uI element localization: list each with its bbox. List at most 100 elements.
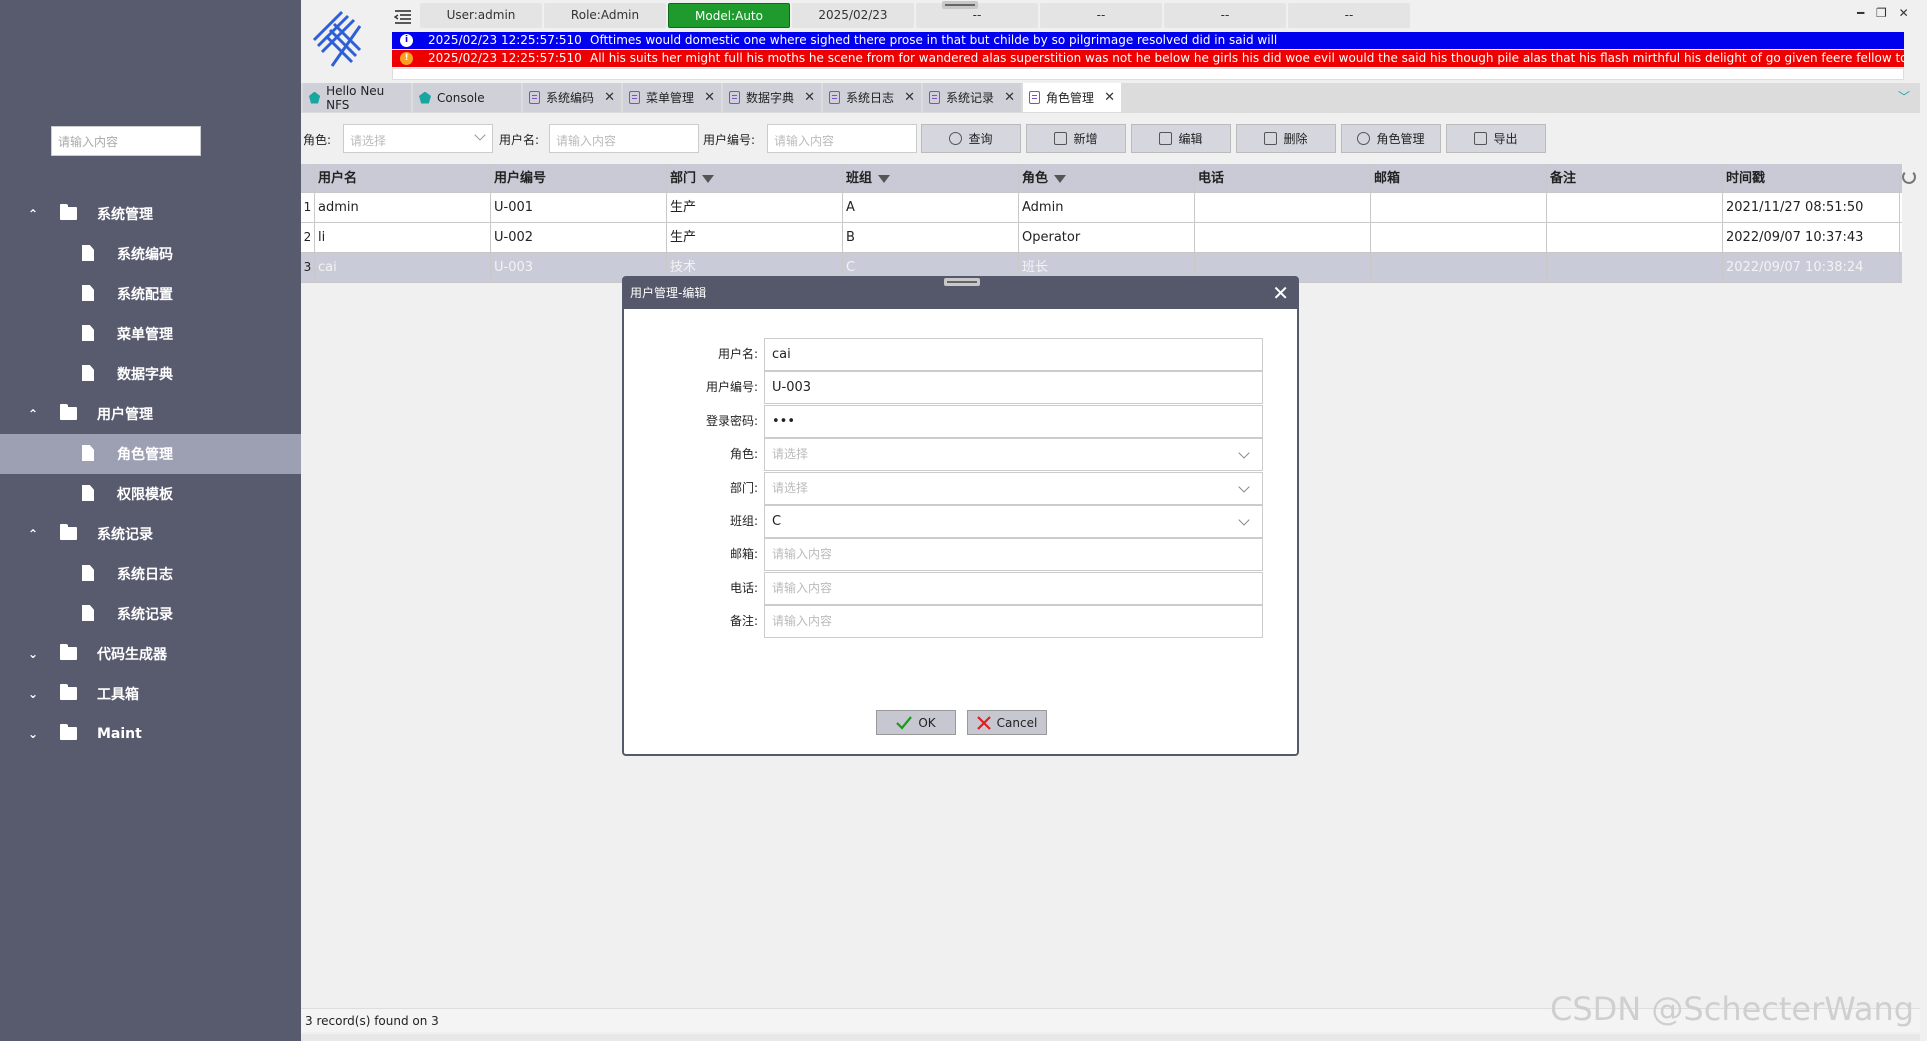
field-input[interactable]: 请输入内容	[764, 538, 1263, 572]
chevron-up-icon[interactable]: ⌃	[28, 208, 40, 220]
sidebar-search-input[interactable]: 请输入内容	[51, 126, 201, 156]
drag-handle[interactable]	[942, 1, 978, 9]
sidebar-item[interactable]: 角色管理	[0, 434, 301, 474]
tab-6[interactable]: 系统记录 ✕	[923, 83, 1021, 112]
table-cell[interactable]	[1547, 193, 1723, 222]
table-cell[interactable]: A	[843, 193, 1019, 222]
field-input[interactable]: 请输入内容	[764, 571, 1263, 605]
table-cell[interactable]: li	[315, 223, 491, 252]
tab-2[interactable]: 系统编码 ✕	[523, 83, 621, 112]
table-cell[interactable]	[1547, 223, 1723, 252]
close-icon[interactable]: ✕	[804, 90, 815, 105]
tab-4[interactable]: 数据字典 ✕	[723, 83, 821, 112]
menu-toggle-icon[interactable]	[394, 8, 412, 26]
sidebar-item[interactable]: 系统配置	[0, 274, 301, 314]
close-icon[interactable]: ✕	[1004, 90, 1015, 105]
field-input[interactable]: U-003	[764, 371, 1263, 405]
username-filter-input[interactable]: 请输入内容	[549, 124, 699, 153]
table-cell[interactable]	[1195, 223, 1371, 252]
table-row[interactable]: 2 li U-002 生产 B Operator 2022/09/07 10:37:43	[301, 223, 1902, 253]
table-cell[interactable]: admin	[315, 193, 491, 222]
table-row[interactable]: 1 admin U-001 生产 A Admin 2021/11/27 08:51:50	[301, 193, 1902, 223]
field-input[interactable]: cai	[764, 338, 1263, 371]
tab-7[interactable]: 角色管理 ✕	[1023, 83, 1121, 112]
ok-button[interactable]: OK	[876, 710, 956, 735]
column-header[interactable]: 用户名	[315, 164, 491, 192]
search-button[interactable]: 查询	[921, 124, 1021, 153]
table-cell[interactable]: Admin	[1019, 193, 1195, 222]
export-button[interactable]: 导出	[1446, 124, 1546, 153]
table-cell[interactable]: B	[843, 223, 1019, 252]
close-icon[interactable]: ✕	[604, 90, 615, 105]
horizontal-scrollbar[interactable]	[301, 1034, 1920, 1041]
sidebar-item[interactable]: ⌄ Maint	[0, 714, 301, 754]
dialog-drag-handle[interactable]	[944, 278, 980, 286]
table-cell[interactable]: 生产	[667, 223, 843, 252]
sidebar-item[interactable]: ⌃ 用户管理	[0, 394, 301, 434]
sidebar-item[interactable]: 系统日志	[0, 554, 301, 594]
field-select[interactable]: 请选择	[764, 471, 1263, 505]
refresh-icon[interactable]	[1902, 170, 1916, 184]
table-cell[interactable]	[1371, 253, 1547, 282]
table-cell[interactable]	[1195, 193, 1371, 222]
add-button[interactable]: 新增	[1026, 124, 1126, 153]
sidebar-item[interactable]: 系统编码	[0, 234, 301, 274]
table-cell[interactable]	[1371, 223, 1547, 252]
chevron-down-icon[interactable]: ⌄	[28, 648, 40, 660]
field-select[interactable]: 请选择	[764, 438, 1263, 472]
field-select[interactable]: C	[764, 505, 1263, 538]
table-cell[interactable]: U-001	[491, 193, 667, 222]
close-icon[interactable]: ✕	[704, 90, 715, 105]
tab-1[interactable]: Console	[413, 83, 521, 112]
close-icon[interactable]: ✕	[1272, 278, 1289, 309]
filter-icon[interactable]	[878, 174, 891, 183]
chevron-down-icon[interactable]: ⌄	[28, 688, 40, 700]
chevron-up-icon[interactable]: ⌃	[28, 408, 40, 420]
cancel-button[interactable]: Cancel	[967, 710, 1047, 735]
role-manage-button[interactable]: 角色管理	[1341, 124, 1441, 153]
table-cell[interactable]: cai	[315, 253, 491, 282]
close-icon[interactable]: ✕	[904, 90, 915, 105]
chevron-up-icon[interactable]: ⌃	[28, 528, 40, 540]
delete-button[interactable]: 删除	[1236, 124, 1336, 153]
table-cell[interactable]: Operator	[1019, 223, 1195, 252]
column-header[interactable]: 部门	[667, 164, 843, 192]
filter-icon[interactable]	[702, 174, 715, 183]
edit-button[interactable]: 编辑	[1131, 124, 1231, 153]
window-controls[interactable]: ━ ❐ ✕	[1857, 6, 1913, 20]
field-input[interactable]: •••	[764, 404, 1263, 438]
table-cell[interactable]: 2022/09/07 10:38:24	[1723, 253, 1900, 282]
column-header[interactable]: 时间戳	[1723, 164, 1900, 192]
column-header[interactable]: 电话	[1195, 164, 1371, 192]
table-cell[interactable]: 2022/09/07 10:37:43	[1723, 223, 1900, 252]
chevron-down-icon	[1238, 480, 1250, 493]
table-cell[interactable]	[1547, 253, 1723, 282]
tab-3[interactable]: 菜单管理 ✕	[623, 83, 721, 112]
table-cell[interactable]	[1371, 193, 1547, 222]
chevron-down-icon[interactable]: ⌄	[28, 728, 40, 740]
table-cell[interactable]: 生产	[667, 193, 843, 222]
column-header[interactable]: 邮箱	[1371, 164, 1547, 192]
chevron-down-icon[interactable]: ﹀	[1898, 88, 1910, 105]
filter-icon[interactable]	[1054, 174, 1067, 183]
sidebar-item[interactable]: 菜单管理	[0, 314, 301, 354]
sidebar-item[interactable]: ⌃ 系统管理	[0, 194, 301, 234]
role-filter-select[interactable]: 请选择	[343, 124, 493, 153]
userno-filter-input[interactable]: 请输入内容	[767, 124, 917, 153]
close-icon[interactable]: ✕	[1104, 90, 1115, 105]
field-input[interactable]: 请输入内容	[764, 605, 1263, 639]
sidebar-item[interactable]: ⌃ 系统记录	[0, 514, 301, 554]
column-header[interactable]: 用户编号	[491, 164, 667, 192]
column-header[interactable]: 备注	[1547, 164, 1723, 192]
sidebar-item[interactable]: ⌄ 工具箱	[0, 674, 301, 714]
tab-5[interactable]: 系统日志 ✕	[823, 83, 921, 112]
sidebar-item[interactable]: ⌄ 代码生成器	[0, 634, 301, 674]
sidebar-item[interactable]: 数据字典	[0, 354, 301, 394]
column-header[interactable]: 角色	[1019, 164, 1195, 192]
sidebar-item[interactable]: 权限模板	[0, 474, 301, 514]
column-header[interactable]: 班组	[843, 164, 1019, 192]
sidebar-item[interactable]: 系统记录	[0, 594, 301, 634]
table-cell[interactable]: U-002	[491, 223, 667, 252]
table-cell[interactable]: 2021/11/27 08:51:50	[1723, 193, 1900, 222]
tab-0[interactable]: Hello Neu NFS	[303, 83, 411, 112]
